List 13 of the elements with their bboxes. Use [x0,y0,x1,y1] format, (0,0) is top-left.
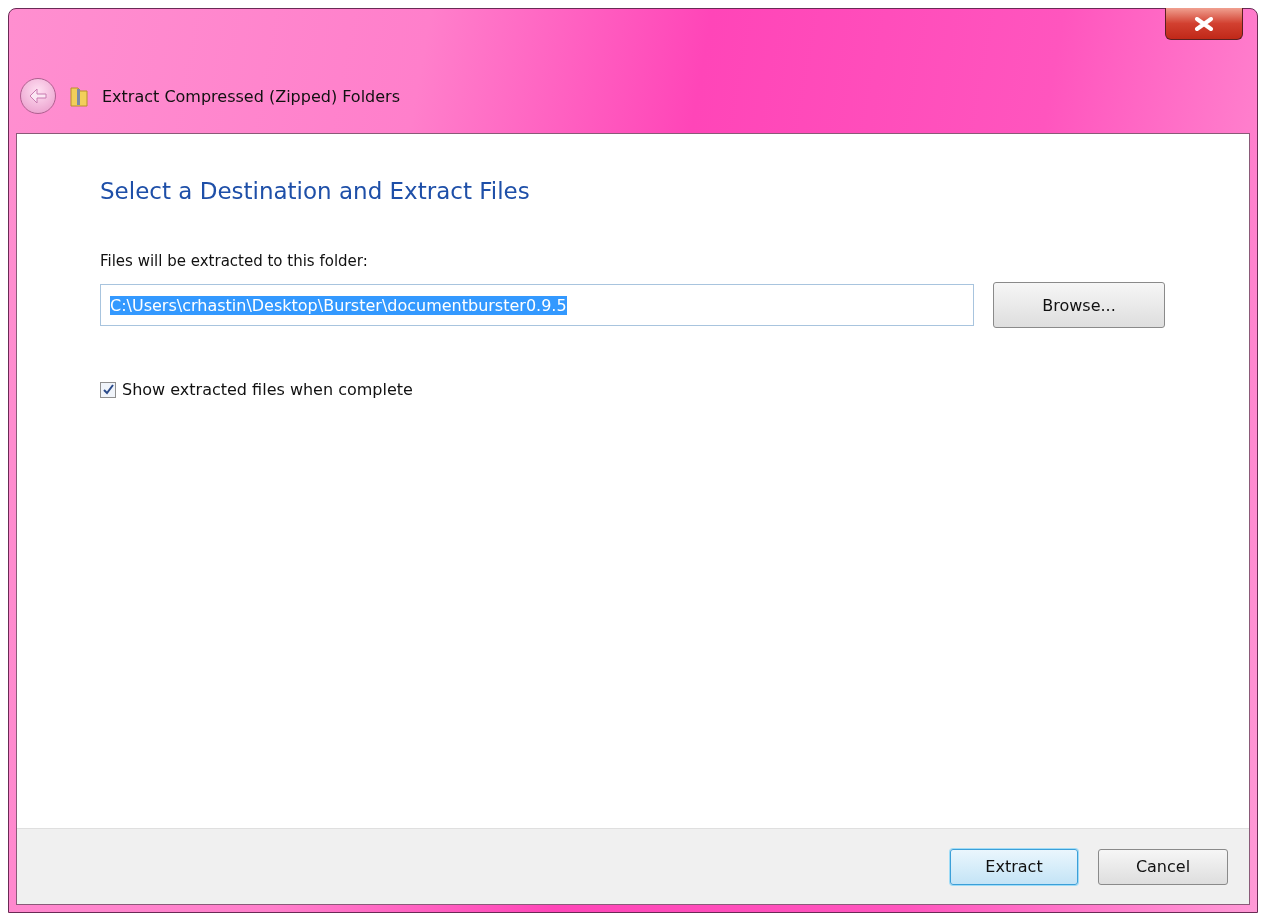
show-files-label: Show extracted files when complete [122,380,413,399]
browse-button[interactable]: Browse... [993,282,1165,328]
show-files-checkbox[interactable] [100,381,116,398]
close-icon [1194,16,1214,31]
window-title: Extract Compressed (Zipped) Folders [102,86,400,106]
back-button[interactable] [20,78,56,114]
zip-folder-icon [70,85,88,107]
back-arrow-icon [28,88,48,104]
dialog-heading: Select a Destination and Extract Files [100,178,531,204]
close-button[interactable] [1165,8,1243,40]
destination-label: Files will be extracted to this folder: [100,252,369,270]
dialog-button[interactable]: Extract [950,848,1078,885]
dialog-button[interactable]: Cancel [1098,848,1228,885]
